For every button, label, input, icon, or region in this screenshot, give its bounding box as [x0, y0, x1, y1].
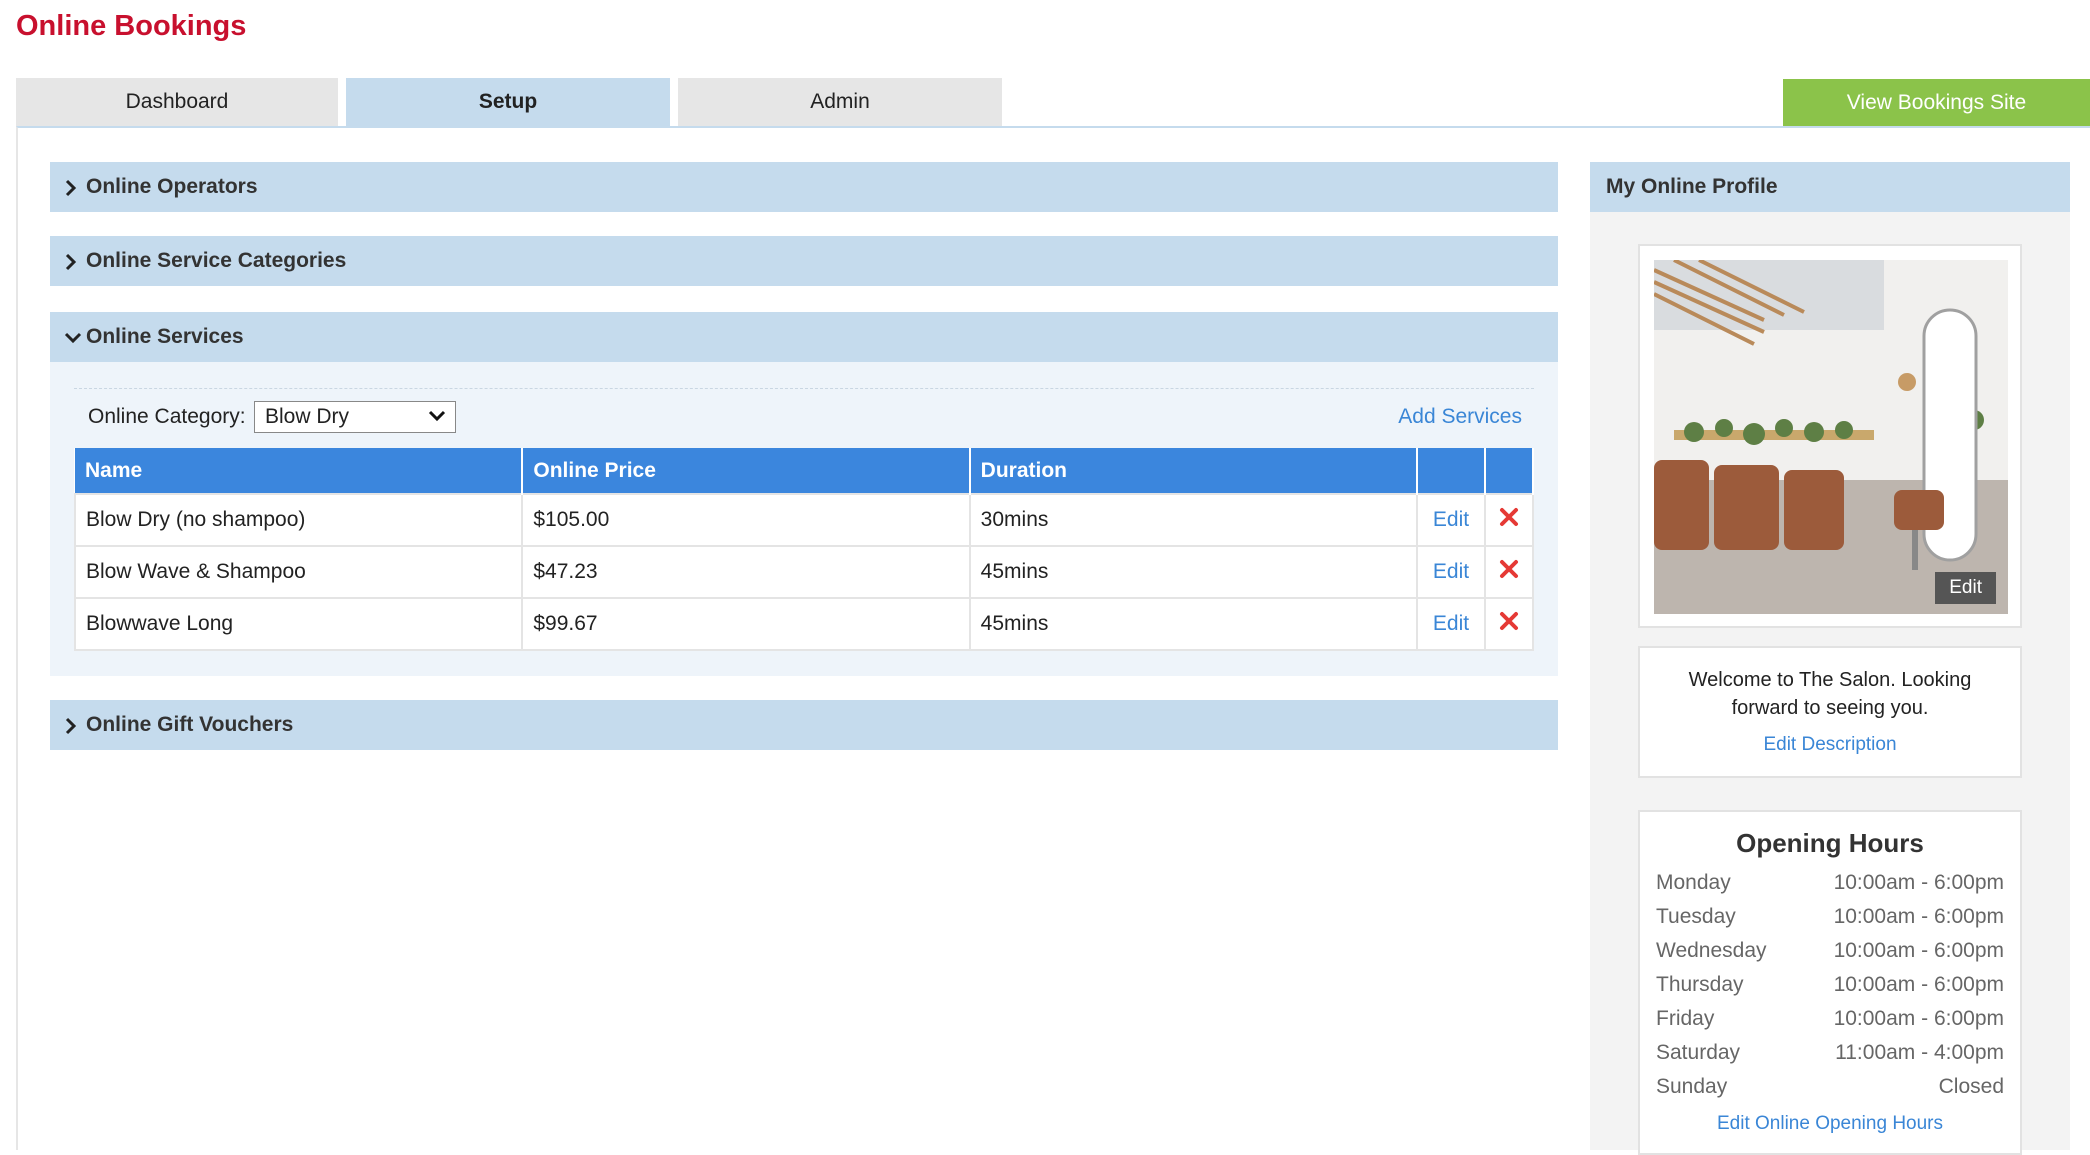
add-services-link[interactable]: Add Services — [1398, 405, 1522, 429]
hours-row: Wednesday 10:00am - 6:00pm — [1640, 939, 2020, 973]
hours-time: 10:00am - 6:00pm — [1833, 871, 2004, 894]
delete-icon[interactable] — [1483, 493, 1535, 547]
services-panel-body: Online Category: Blow Dry Add Services N… — [50, 362, 1558, 676]
hours-day: Sunday — [1656, 1075, 1728, 1098]
column-header-price: Online Price — [522, 448, 971, 494]
profile-header: My Online Profile — [1590, 162, 2070, 212]
column-header-delete — [1484, 448, 1535, 494]
description-card: Welcome to The Salon. Looking forward to… — [1638, 646, 2022, 778]
service-price: $47.23 — [521, 545, 971, 599]
panel-title: Online Gift Vouchers — [86, 713, 294, 736]
profile-photo-card: Edit — [1638, 244, 2022, 628]
opening-hours-card: Opening Hours Monday 10:00am - 6:00pm Tue… — [1638, 810, 2022, 1155]
hours-row: Sunday Closed — [1640, 1075, 2020, 1109]
hours-time: 10:00am - 6:00pm — [1833, 973, 2004, 996]
hours-row: Friday 10:00am - 6:00pm — [1640, 1007, 2020, 1041]
page-title: Online Bookings — [16, 10, 247, 42]
hours-day: Tuesday — [1656, 905, 1736, 928]
service-name: Blow Wave & Shampoo — [73, 545, 524, 599]
tab-dashboard[interactable]: Dashboard — [16, 78, 338, 126]
panel-title: Online Service Categories — [86, 249, 347, 272]
table-row: Blowwave Long $99.67 45mins Edit — [73, 597, 1535, 651]
profile-sidebar: Edit Welcome to The Salon. Looking forwa… — [1590, 212, 2070, 1155]
chevron-right-icon — [64, 162, 78, 212]
tab-admin[interactable]: Admin — [678, 78, 1002, 126]
delete-icon[interactable] — [1483, 545, 1535, 599]
hours-row: Monday 10:00am - 6:00pm — [1640, 871, 2020, 905]
hours-row: Thursday 10:00am - 6:00pm — [1640, 973, 2020, 1007]
hours-day: Friday — [1656, 1007, 1715, 1030]
service-price: $105.00 — [521, 493, 971, 547]
hours-row: Tuesday 10:00am - 6:00pm — [1640, 905, 2020, 939]
service-name: Blow Dry (no shampoo) — [73, 493, 524, 547]
hours-time: 10:00am - 6:00pm — [1833, 939, 2004, 962]
edit-link[interactable]: Edit — [1416, 597, 1486, 651]
panel-online-operators[interactable]: Online Operators — [50, 162, 1558, 212]
panel-online-gift-vouchers[interactable]: Online Gift Vouchers — [50, 700, 1558, 750]
hours-row: Saturday 11:00am - 4:00pm — [1640, 1041, 2020, 1075]
service-name: Blowwave Long — [73, 597, 524, 651]
column-header-edit — [1417, 448, 1486, 494]
table-row: Blow Dry (no shampoo) $105.00 30mins Edi… — [73, 493, 1535, 547]
services-table: Name Online Price Duration Blow Dry (no … — [73, 448, 1535, 651]
service-price: $99.67 — [521, 597, 971, 651]
column-header-duration: Duration — [969, 448, 1419, 494]
view-bookings-site-button[interactable]: View Bookings Site — [1783, 79, 2090, 127]
chevron-down-icon — [64, 312, 82, 362]
panel-title: Online Operators — [86, 175, 258, 198]
table-row: Blow Wave & Shampoo $47.23 45mins Edit — [73, 545, 1535, 599]
hours-time: 11:00am - 4:00pm — [1835, 1041, 2004, 1064]
panel-title: Online Services — [86, 325, 244, 348]
edit-link[interactable]: Edit — [1416, 493, 1486, 547]
edit-link[interactable]: Edit — [1416, 545, 1486, 599]
category-selected-value: Blow Dry — [265, 405, 350, 428]
column-header-name: Name — [75, 448, 524, 494]
photo-edit-button[interactable]: Edit — [1935, 572, 1996, 604]
hours-time: 10:00am - 6:00pm — [1833, 1007, 2004, 1030]
salon-photo: Edit — [1654, 260, 2008, 614]
tab-setup[interactable]: Setup — [346, 78, 670, 126]
category-select[interactable]: Blow Dry — [254, 401, 456, 433]
service-duration: 45mins — [968, 597, 1419, 651]
hours-day: Wednesday — [1656, 939, 1767, 962]
panel-online-service-categories[interactable]: Online Service Categories — [50, 236, 1558, 286]
chevron-right-icon — [64, 700, 78, 750]
profile-description: Welcome to The Salon. Looking forward to… — [1688, 669, 1972, 719]
hours-day: Saturday — [1656, 1041, 1741, 1064]
edit-opening-hours-link[interactable]: Edit Online Opening Hours — [1717, 1113, 1943, 1134]
delete-icon[interactable] — [1483, 597, 1535, 651]
chevron-down-icon — [427, 404, 447, 437]
hours-day: Thursday — [1656, 973, 1744, 996]
category-label: Online Category: — [88, 405, 246, 428]
service-duration: 30mins — [968, 493, 1419, 547]
category-filter-row: Online Category: Blow Dry Add Services — [74, 388, 1534, 442]
hours-time: Closed — [1938, 1075, 2004, 1098]
edit-description-link[interactable]: Edit Description — [1763, 734, 1896, 755]
chevron-right-icon — [64, 236, 78, 286]
hours-day: Monday — [1656, 871, 1731, 894]
hours-time: 10:00am - 6:00pm — [1833, 905, 2004, 928]
panel-online-services[interactable]: Online Services — [50, 312, 1558, 362]
service-duration: 45mins — [968, 545, 1419, 599]
opening-hours-title: Opening Hours — [1736, 828, 1924, 858]
